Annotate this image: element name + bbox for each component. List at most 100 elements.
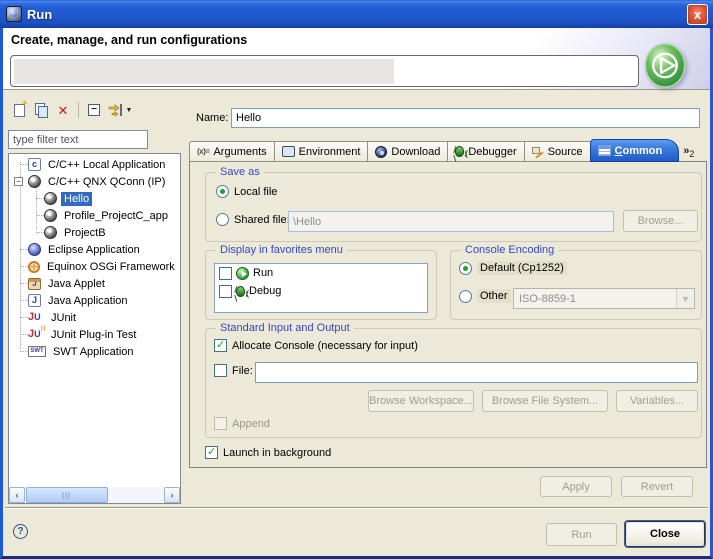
save-as-group: Save as Local file Shared file: Browse..… [205, 172, 702, 242]
launch-background-checkbox[interactable] [205, 446, 218, 459]
shared-file-radio[interactable] [216, 213, 229, 226]
run-banner-icon [641, 42, 689, 89]
tree-item-swt-application[interactable]: SWTSWT Application [9, 343, 180, 360]
apply-button[interactable]: Apply [540, 476, 612, 497]
qconn-icon [44, 192, 57, 205]
qconn-icon [44, 209, 57, 222]
launch-background-option[interactable]: Launch in background [205, 446, 331, 459]
tab-environment[interactable]: Environment [274, 141, 368, 162]
run-icon [236, 267, 249, 280]
equinox-icon: ✛ [28, 261, 40, 273]
tree-horizontal-scrollbar[interactable]: ‹ › [9, 487, 180, 503]
name-input[interactable] [231, 108, 700, 128]
tree-item-java-applet[interactable]: JJava Applet [9, 275, 180, 292]
favorite-run-checkbox[interactable] [219, 267, 232, 280]
console-encoding-group: Console Encoding Default (Cp1252) Other … [450, 250, 702, 320]
shared-file-input[interactable] [288, 211, 614, 232]
message-area [10, 55, 639, 87]
qconn-icon [28, 175, 41, 188]
scroll-right-icon[interactable]: › [164, 487, 180, 503]
encoding-default-radio[interactable] [459, 262, 472, 275]
tree-item-qnx-qconn[interactable]: −C/C++ QNX QConn (IP) [9, 173, 180, 190]
tree-item-hello[interactable]: Hello [9, 190, 180, 207]
browse-workspace-button[interactable]: Browse Workspace... [368, 390, 474, 412]
tab-arguments[interactable]: (x)=Arguments [189, 141, 274, 162]
qconn-icon [44, 226, 57, 239]
scroll-left-icon[interactable]: ‹ [9, 487, 25, 503]
browse-shared-button[interactable]: Browse... [623, 210, 698, 232]
revert-button[interactable]: Revert [621, 476, 693, 497]
tree-item-junit[interactable]: JUJUnit [9, 309, 180, 326]
title-bar[interactable]: Run x [0, 0, 713, 28]
file-checkbox[interactable] [214, 364, 227, 377]
favorite-debug-checkbox[interactable] [219, 285, 232, 298]
tree-item-cpp-local[interactable]: cC/C++ Local Application [9, 156, 180, 173]
file-option[interactable]: File: [214, 364, 253, 377]
run-dialog: Run x Create, manage, and run configurat… [0, 0, 713, 559]
tab-overflow-chevron[interactable]: »2 [683, 146, 694, 159]
allocate-console-checkbox[interactable] [214, 339, 227, 352]
favorite-debug-row[interactable]: Debug [215, 282, 427, 300]
footer-separator [5, 507, 708, 509]
tree-item-junit-plugin[interactable]: JUJUnit Plug-in Test [9, 326, 180, 343]
filter-input[interactable] [8, 130, 148, 149]
help-icon[interactable]: ? [13, 524, 28, 539]
tab-common[interactable]: Common [590, 139, 680, 162]
tab-debugger[interactable]: Debugger [447, 141, 523, 162]
encoding-other-radio[interactable] [459, 290, 472, 303]
append-checkbox[interactable] [214, 417, 227, 430]
close-button[interactable]: Close [625, 521, 705, 547]
delete-configuration-icon[interactable]: ✕ [52, 100, 74, 120]
favorite-run-row[interactable]: Run [215, 264, 427, 282]
configurations-tree[interactable]: cC/C++ Local Application −C/C++ QNX QCon… [8, 153, 181, 504]
tree-item-java-application[interactable]: JJava Application [9, 292, 180, 309]
save-as-title: Save as [216, 166, 264, 178]
file-input[interactable] [255, 362, 698, 383]
console-encoding-title: Console Encoding [461, 244, 558, 256]
tree-item-equinox[interactable]: ✛Equinox OSGi Framework [9, 258, 180, 275]
tree-item-projectb[interactable]: ProjectB [9, 224, 180, 241]
tree-item-profile-projectc[interactable]: Profile_ProjectC_app [9, 207, 180, 224]
local-file-option[interactable]: Local file [216, 185, 277, 198]
scrollbar-thumb[interactable] [26, 487, 108, 503]
header-banner: Create, manage, and run configurations [3, 28, 710, 90]
tree-item-eclipse-application[interactable]: Eclipse Application [9, 241, 180, 258]
encoding-combo[interactable]: ISO-8859-1 ▼ [513, 288, 695, 309]
new-configuration-icon[interactable] [8, 100, 30, 120]
shared-file-option[interactable]: Shared file: [216, 213, 290, 226]
environment-icon [282, 146, 295, 157]
swt-icon: SWT [28, 346, 46, 357]
close-icon[interactable]: x [687, 4, 708, 25]
filter-icon[interactable]: ▼ [105, 100, 135, 120]
tab-source[interactable]: Source [524, 141, 590, 162]
debugger-bug-icon [455, 146, 464, 157]
collapse-expander-icon[interactable]: − [14, 177, 23, 186]
collapse-all-icon[interactable]: − [83, 100, 105, 120]
variables-button[interactable]: Variables... [616, 390, 698, 412]
stdio-title: Standard Input and Output [216, 322, 354, 334]
duplicate-configuration-icon[interactable] [30, 100, 52, 120]
favorites-list[interactable]: Run Debug [214, 263, 428, 313]
common-tab-pane: Save as Local file Shared file: Browse..… [189, 161, 707, 468]
redacted-message [14, 59, 394, 84]
favorites-group: Display in favorites menu Run Debug [205, 250, 437, 320]
name-label: Name: [196, 112, 228, 124]
eclipse-icon [28, 243, 41, 256]
c-application-icon: c [28, 158, 41, 171]
page-title: Create, manage, and run configurations [11, 33, 247, 47]
encoding-other-option[interactable]: Other [459, 289, 511, 303]
arguments-icon: (x)= [197, 147, 209, 156]
combo-dropdown-icon[interactable]: ▼ [676, 289, 694, 308]
java-applet-icon: J [28, 278, 41, 290]
local-file-radio[interactable] [216, 185, 229, 198]
app-icon [6, 6, 22, 22]
run-button[interactable]: Run [546, 523, 617, 546]
tab-bar: (x)=Arguments Environment Download Debug… [189, 139, 694, 162]
append-option[interactable]: Append [214, 417, 270, 430]
window-title: Run [27, 7, 52, 22]
tree-toolbar: ✕ − ▼ [8, 99, 135, 121]
allocate-console-option[interactable]: Allocate Console (necessary for input) [214, 339, 418, 352]
browse-filesystem-button[interactable]: Browse File System... [482, 390, 608, 412]
encoding-default-option[interactable]: Default (Cp1252) [459, 261, 567, 275]
tab-download[interactable]: Download [367, 141, 447, 162]
